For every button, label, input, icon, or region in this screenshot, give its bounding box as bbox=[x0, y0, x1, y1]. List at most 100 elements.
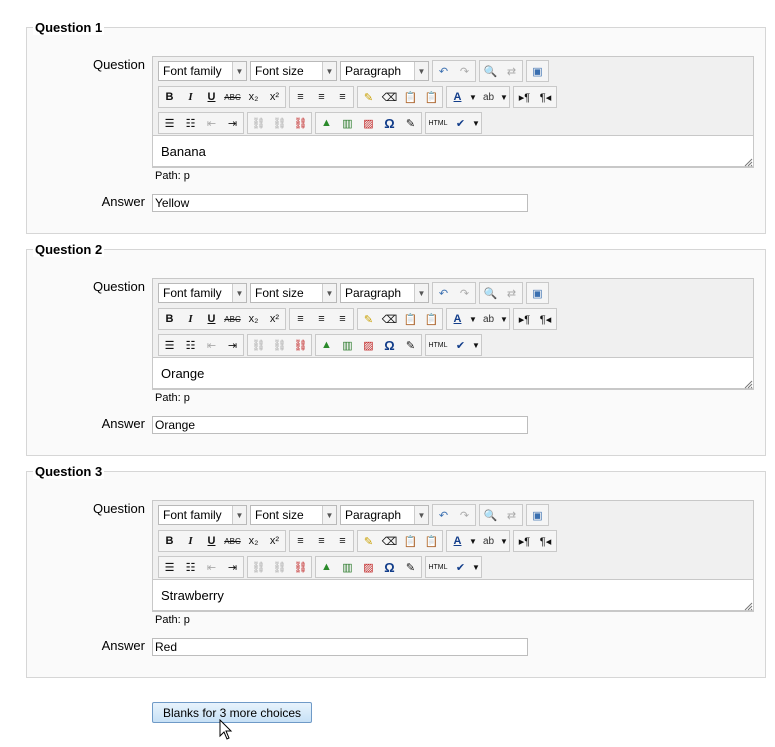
image-icon[interactable]: ▲ bbox=[316, 335, 337, 355]
link-icon[interactable]: ⛓ bbox=[248, 557, 269, 577]
answer-input[interactable]: Yellow bbox=[152, 194, 528, 212]
nolink-icon[interactable]: ▨ bbox=[358, 335, 379, 355]
omega-icon[interactable]: Ω bbox=[379, 557, 400, 577]
image-icon[interactable]: ▲ bbox=[316, 113, 337, 133]
bold-icon[interactable]: B bbox=[159, 87, 180, 107]
find-icon[interactable]: 🔍 bbox=[480, 61, 501, 81]
anchor-icon[interactable]: ⛓ bbox=[290, 113, 311, 133]
edit-icon[interactable]: ✎ bbox=[400, 113, 421, 133]
spellcheck-arrow-icon[interactable]: ▼ bbox=[471, 335, 481, 355]
html-icon[interactable]: HTML bbox=[426, 557, 450, 577]
editor-content[interactable]: Banana bbox=[153, 135, 753, 167]
cleanup-icon[interactable]: ✎ bbox=[358, 309, 379, 329]
font-size-select[interactable]: Font size ▼ bbox=[250, 505, 337, 525]
strikethrough-icon[interactable]: ABC bbox=[222, 87, 243, 107]
underline-icon[interactable]: U bbox=[201, 87, 222, 107]
replace-icon[interactable]: ⇄ bbox=[501, 505, 522, 525]
strikethrough-icon[interactable]: ABC bbox=[222, 531, 243, 551]
redo-icon[interactable]: ↷ bbox=[454, 283, 475, 303]
find-icon[interactable]: 🔍 bbox=[480, 283, 501, 303]
font-family-select[interactable]: Font family ▼ bbox=[158, 505, 247, 525]
format-select[interactable]: Paragraph ▼ bbox=[340, 283, 429, 303]
bold-icon[interactable]: B bbox=[159, 531, 180, 551]
edit-icon[interactable]: ✎ bbox=[400, 335, 421, 355]
format-select[interactable]: Paragraph ▼ bbox=[340, 61, 429, 81]
anchor-icon[interactable]: ⛓ bbox=[290, 335, 311, 355]
editor-content[interactable]: Orange bbox=[153, 357, 753, 389]
unlink-icon[interactable]: ⛓ bbox=[269, 335, 290, 355]
paste-word-icon[interactable]: 📋 bbox=[421, 531, 442, 551]
undo-icon[interactable]: ↶ bbox=[433, 283, 454, 303]
ltr-icon[interactable]: ▸¶ bbox=[514, 87, 535, 107]
rtl-icon[interactable]: ¶◂ bbox=[535, 87, 556, 107]
highlight-arrow-icon[interactable]: ▼ bbox=[499, 309, 509, 329]
outdent-icon[interactable]: ⇤ bbox=[201, 335, 222, 355]
cleanup-icon[interactable]: ✎ bbox=[358, 531, 379, 551]
text-color-arrow-icon[interactable]: ▼ bbox=[468, 87, 478, 107]
paste-word-icon[interactable]: 📋 bbox=[421, 309, 442, 329]
underline-icon[interactable]: U bbox=[201, 531, 222, 551]
undo-icon[interactable]: ↶ bbox=[433, 61, 454, 81]
highlight-color-icon[interactable]: ab bbox=[478, 531, 499, 551]
remove-format-icon[interactable]: ⌫ bbox=[379, 309, 400, 329]
paste-text-icon[interactable]: 📋 bbox=[400, 87, 421, 107]
highlight-color-icon[interactable]: ab bbox=[478, 309, 499, 329]
strikethrough-icon[interactable]: ABC bbox=[222, 309, 243, 329]
cleanup-icon[interactable]: ✎ bbox=[358, 87, 379, 107]
align-center-icon[interactable]: ≡ bbox=[311, 531, 332, 551]
font-family-select[interactable]: Font family ▼ bbox=[158, 283, 247, 303]
italic-icon[interactable]: I bbox=[180, 309, 201, 329]
font-size-select[interactable]: Font size ▼ bbox=[250, 61, 337, 81]
italic-icon[interactable]: I bbox=[180, 531, 201, 551]
paste-text-icon[interactable]: 📋 bbox=[400, 531, 421, 551]
indent-icon[interactable]: ⇥ bbox=[222, 113, 243, 133]
html-icon[interactable]: HTML bbox=[426, 113, 450, 133]
format-select[interactable]: Paragraph ▼ bbox=[340, 505, 429, 525]
spellcheck-arrow-icon[interactable]: ▼ bbox=[471, 557, 481, 577]
resize-grip-icon[interactable] bbox=[743, 379, 753, 389]
nolink-icon[interactable]: ▨ bbox=[358, 113, 379, 133]
remove-format-icon[interactable]: ⌫ bbox=[379, 531, 400, 551]
indent-icon[interactable]: ⇥ bbox=[222, 335, 243, 355]
highlight-color-icon[interactable]: ab bbox=[478, 87, 499, 107]
subscript-icon[interactable]: x₂ bbox=[243, 531, 264, 551]
replace-icon[interactable]: ⇄ bbox=[501, 283, 522, 303]
font-size-select[interactable]: Font size ▼ bbox=[250, 283, 337, 303]
edit-icon[interactable]: ✎ bbox=[400, 557, 421, 577]
italic-icon[interactable]: I bbox=[180, 87, 201, 107]
media-icon[interactable]: ▥ bbox=[337, 335, 358, 355]
find-icon[interactable]: 🔍 bbox=[480, 505, 501, 525]
bullet-list-icon[interactable]: ☰ bbox=[159, 113, 180, 133]
redo-icon[interactable]: ↷ bbox=[454, 505, 475, 525]
align-center-icon[interactable]: ≡ bbox=[311, 309, 332, 329]
font-family-select[interactable]: Font family ▼ bbox=[158, 61, 247, 81]
bullet-list-icon[interactable]: ☰ bbox=[159, 557, 180, 577]
align-right-icon[interactable]: ≡ bbox=[332, 309, 353, 329]
align-left-icon[interactable]: ≡ bbox=[290, 531, 311, 551]
text-color-arrow-icon[interactable]: ▼ bbox=[468, 531, 478, 551]
ltr-icon[interactable]: ▸¶ bbox=[514, 309, 535, 329]
answer-input[interactable]: Orange bbox=[152, 416, 528, 434]
anchor-icon[interactable]: ⛓ bbox=[290, 557, 311, 577]
media-icon[interactable]: ▥ bbox=[337, 557, 358, 577]
align-left-icon[interactable]: ≡ bbox=[290, 87, 311, 107]
nolink-icon[interactable]: ▨ bbox=[358, 557, 379, 577]
superscript-icon[interactable]: x² bbox=[264, 309, 285, 329]
indent-icon[interactable]: ⇥ bbox=[222, 557, 243, 577]
text-color-icon[interactable]: A bbox=[447, 309, 468, 329]
align-right-icon[interactable]: ≡ bbox=[332, 531, 353, 551]
ltr-icon[interactable]: ▸¶ bbox=[514, 531, 535, 551]
link-icon[interactable]: ⛓ bbox=[248, 113, 269, 133]
link-icon[interactable]: ⛓ bbox=[248, 335, 269, 355]
image-icon[interactable]: ▲ bbox=[316, 557, 337, 577]
unlink-icon[interactable]: ⛓ bbox=[269, 557, 290, 577]
omega-icon[interactable]: Ω bbox=[379, 335, 400, 355]
html-icon[interactable]: HTML bbox=[426, 335, 450, 355]
text-color-icon[interactable]: A bbox=[447, 87, 468, 107]
answer-input[interactable]: Red bbox=[152, 638, 528, 656]
media-icon[interactable]: ▥ bbox=[337, 113, 358, 133]
subscript-icon[interactable]: x₂ bbox=[243, 309, 264, 329]
subscript-icon[interactable]: x₂ bbox=[243, 87, 264, 107]
align-left-icon[interactable]: ≡ bbox=[290, 309, 311, 329]
rtl-icon[interactable]: ¶◂ bbox=[535, 309, 556, 329]
